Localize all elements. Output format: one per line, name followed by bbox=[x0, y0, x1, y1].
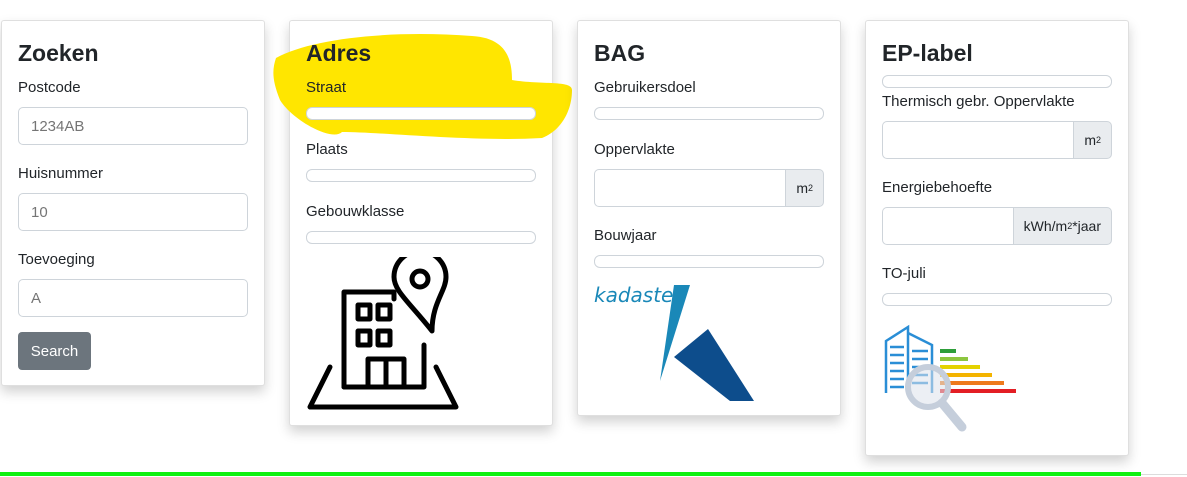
thermisch-field[interactable] bbox=[882, 121, 1074, 159]
bag-title: BAG bbox=[594, 40, 646, 66]
oppervlakte-input-group: m2 bbox=[594, 169, 824, 207]
bouwjaar-label: Bouwjaar bbox=[594, 227, 657, 244]
energie-unit: kWh/m 2 *jaar bbox=[1012, 207, 1112, 245]
bouwjaar-field[interactable] bbox=[594, 255, 824, 268]
toevoeging-input[interactable] bbox=[18, 279, 248, 317]
bag-card: BAG Gebruikersdoel Oppervlakte m2 Bouwja… bbox=[577, 20, 841, 416]
postcode-input[interactable] bbox=[18, 107, 248, 145]
progress-bar bbox=[0, 472, 1141, 476]
gebouwklasse-label: Gebouwklasse bbox=[306, 203, 405, 220]
progress-track bbox=[1141, 474, 1187, 475]
straat-label: Straat bbox=[306, 79, 347, 96]
adres-title: Adres bbox=[306, 40, 372, 66]
postcode-label: Postcode bbox=[18, 79, 81, 96]
plaats-label: Plaats bbox=[306, 141, 348, 158]
thermisch-unit: m2 bbox=[1073, 121, 1112, 159]
energie-field[interactable] bbox=[882, 207, 1013, 245]
oppervlakte-unit: m2 bbox=[785, 169, 824, 207]
thermisch-input-group: m2 bbox=[882, 121, 1112, 159]
to-juli-label: TO-juli bbox=[882, 265, 926, 282]
zoeken-title: Zoeken bbox=[18, 40, 99, 66]
oppervlakte-label: Oppervlakte bbox=[594, 141, 675, 158]
energy-label-building-icon bbox=[884, 324, 1016, 432]
toevoeging-label: Toevoeging bbox=[18, 251, 95, 268]
huisnummer-input[interactable] bbox=[18, 193, 248, 231]
energie-input-group: kWh/m 2 *jaar bbox=[882, 207, 1112, 245]
huisnummer-label: Huisnummer bbox=[18, 165, 104, 182]
gebruikersdoel-label: Gebruikersdoel bbox=[594, 79, 696, 96]
gebruikersdoel-field[interactable] bbox=[594, 107, 824, 120]
energie-label: Energiebehoefte bbox=[882, 179, 993, 196]
oppervlakte-field[interactable] bbox=[594, 169, 786, 207]
straat-field[interactable] bbox=[306, 107, 536, 120]
building-location-icon bbox=[307, 257, 459, 410]
kadaster-logo: kadaster bbox=[594, 283, 794, 403]
gebouwklasse-field[interactable] bbox=[306, 231, 536, 244]
zoeken-card: Zoeken Postcode Huisnummer Toevoeging Se… bbox=[1, 20, 265, 386]
thermisch-label: Thermisch gebr. Oppervlakte bbox=[882, 93, 1075, 110]
plaats-field[interactable] bbox=[306, 169, 536, 182]
search-button[interactable]: Search bbox=[18, 332, 91, 370]
kadaster-k-icon bbox=[660, 285, 754, 401]
eplabel-field[interactable] bbox=[882, 75, 1112, 88]
to-juli-field[interactable] bbox=[882, 293, 1112, 306]
eplabel-title: EP-label bbox=[882, 40, 973, 66]
eplabel-card: EP-label Thermisch gebr. Oppervlakte m2 … bbox=[865, 20, 1129, 456]
